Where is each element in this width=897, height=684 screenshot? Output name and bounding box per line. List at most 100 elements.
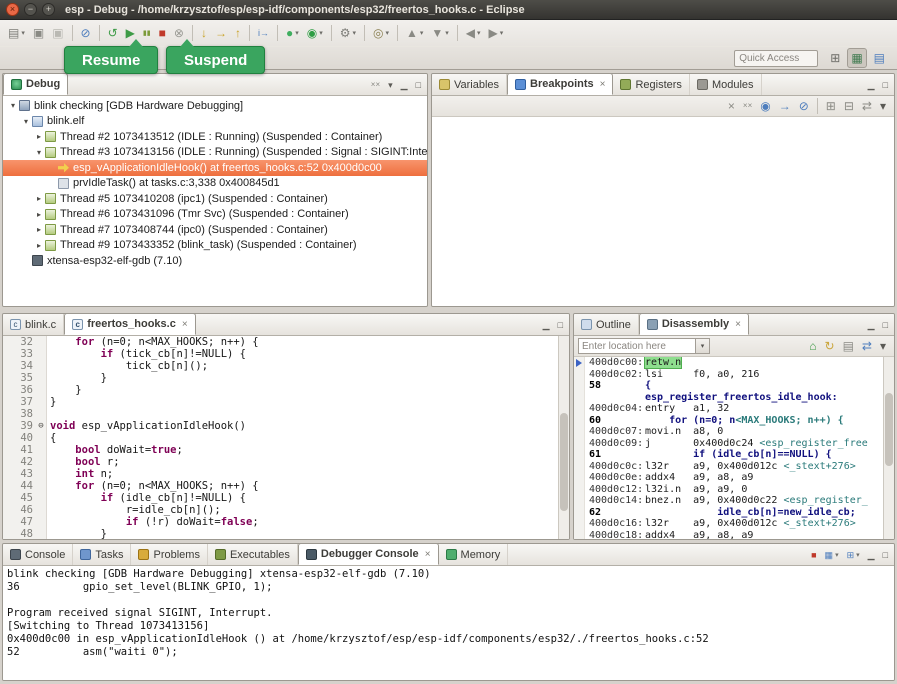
external-tools-button[interactable]: ⚙▾: [337, 23, 359, 43]
step-return-button[interactable]: ↑: [232, 23, 244, 43]
debug-tree-item[interactable]: prvIdleTask() at tasks.c:3,338 0x400845d…: [3, 176, 427, 192]
back-button[interactable]: ◀▾: [463, 23, 484, 43]
console-tab-executables[interactable]: Executables: [208, 544, 298, 565]
location-input[interactable]: [578, 338, 696, 354]
editor-scrollbar[interactable]: [558, 336, 569, 539]
collapse-arrow-icon[interactable]: ▾: [20, 117, 32, 126]
expand-arrow-icon[interactable]: ▸: [33, 132, 45, 141]
close-tab-icon[interactable]: ×: [182, 319, 188, 330]
save-button[interactable]: ▣: [30, 23, 47, 43]
debug-perspective-button[interactable]: ▦: [847, 48, 866, 68]
terminate-button[interactable]: ■: [156, 23, 169, 43]
run-button[interactable]: ◉▾: [304, 23, 326, 43]
minimize-view-button[interactable]: ▁: [866, 547, 877, 563]
show-breakpoints-supported-button[interactable]: ◉: [757, 96, 773, 116]
restart-button[interactable]: ↺: [105, 23, 121, 43]
maximize-view-button[interactable]: □: [881, 77, 890, 93]
expand-arrow-icon[interactable]: ▸: [33, 194, 45, 203]
quick-access-input[interactable]: [734, 50, 818, 67]
debug-tree-item[interactable]: ▸Thread #5 1073410208 (ipc1) (Suspended …: [3, 191, 427, 207]
maximize-view-button[interactable]: □: [881, 317, 890, 333]
debug-tree-item[interactable]: ▾blink checking [GDB Hardware Debugging]: [3, 98, 427, 114]
remove-all-terminated-button[interactable]: ××: [369, 77, 382, 93]
open-perspective-button[interactable]: ⊞: [827, 48, 843, 68]
search-button[interactable]: ◎▾: [370, 23, 392, 43]
disassembly-scrollbar-thumb[interactable]: [885, 393, 893, 466]
collapse-all-button[interactable]: ⊟: [841, 96, 857, 116]
expand-arrow-icon[interactable]: ▸: [33, 210, 45, 219]
debug-tree-item[interactable]: ▾Thread #3 1073413156 (IDLE : Running) (…: [3, 145, 427, 161]
maximize-view-button[interactable]: □: [881, 547, 890, 563]
link-with-debug-view-button[interactable]: ⇄: [859, 96, 875, 116]
location-dropdown-icon[interactable]: ▾: [696, 338, 710, 354]
editor-scrollbar-thumb[interactable]: [560, 413, 568, 510]
right-tab-variables[interactable]: Variables: [432, 74, 507, 95]
console-body[interactable]: blink checking [GDB Hardware Debugging] …: [3, 566, 894, 680]
forward-button[interactable]: ▶▾: [486, 23, 507, 43]
disassembly-view-menu-button[interactable]: ▾: [877, 336, 889, 356]
minimize-view-button[interactable]: ▁: [866, 77, 877, 93]
debug-tab-debug[interactable]: Debug: [3, 73, 68, 95]
debug-tree-item[interactable]: ▸Thread #9 1073433352 (blink_task) (Susp…: [3, 238, 427, 254]
step-over-button[interactable]: →: [212, 23, 230, 43]
right-tab-breakpoints[interactable]: Breakpoints×: [507, 73, 613, 95]
console-output[interactable]: blink checking [GDB Hardware Debugging] …: [3, 566, 894, 680]
debug-tree-item[interactable]: ▸Thread #6 1073431096 (Tmr Svc) (Suspend…: [3, 207, 427, 223]
remove-selected-breakpoints-button[interactable]: ×: [725, 96, 738, 116]
remove-all-breakpoints-button[interactable]: ××: [740, 96, 755, 116]
disassembly-listing[interactable]: 400d0c00:retw.n400d0c02:lsi f0, a0, 2165…: [574, 357, 883, 539]
code-editor[interactable]: 32 for (n=0; n<MAX_HOOKS; n++) {33 if (t…: [3, 336, 558, 539]
close-tab-icon[interactable]: ×: [425, 549, 431, 560]
console-tab-tasks[interactable]: Tasks: [73, 544, 131, 565]
disassembly-scrollbar[interactable]: [883, 357, 894, 539]
save-all-button[interactable]: ▣: [49, 23, 66, 43]
show-source-button[interactable]: ▤: [840, 336, 857, 356]
editor-tab-freertos-hooks-c[interactable]: freertos_hooks.c×: [64, 313, 196, 335]
debug-button[interactable]: ●▾: [283, 23, 302, 43]
step-into-button[interactable]: ↓: [198, 23, 210, 43]
terminate-console-button[interactable]: ■: [809, 547, 818, 563]
go-to-pc-button[interactable]: ⌂: [806, 336, 819, 356]
window-minimize-button[interactable]: −: [24, 3, 37, 16]
breakpoints-view-menu-button[interactable]: ▾: [877, 96, 889, 116]
editor-tab-blink-c[interactable]: blink.c: [3, 314, 64, 335]
disasm-tab-disassembly[interactable]: Disassembly×: [639, 313, 749, 335]
debug-tree-item[interactable]: ▸Thread #7 1073408744 (ipc0) (Suspended …: [3, 222, 427, 238]
right-tab-registers[interactable]: Registers: [613, 74, 689, 95]
collapse-arrow-icon[interactable]: ▾: [7, 101, 19, 110]
debug-tree-item[interactable]: xtensa-esp32-elf-gdb (7.10): [3, 253, 427, 269]
window-close-button[interactable]: ×: [6, 3, 19, 16]
expand-all-button[interactable]: ⊞: [823, 96, 839, 116]
console-tab-debugger-console[interactable]: Debugger Console×: [298, 543, 439, 565]
open-console-button[interactable]: ⊞▾: [845, 547, 862, 563]
minimize-view-button[interactable]: ▁: [866, 317, 877, 333]
sync-with-active-context-button[interactable]: ⇄: [859, 336, 875, 356]
breakpoints-view-body[interactable]: [432, 117, 894, 306]
display-selected-console-button[interactable]: ▦▾: [823, 547, 841, 563]
go-to-file-for-breakpoint-button[interactable]: →: [776, 96, 794, 116]
debug-tree-item[interactable]: ▾blink.elf: [3, 114, 427, 130]
disasm-tab-outline[interactable]: Outline: [574, 314, 639, 335]
maximize-view-button[interactable]: □: [556, 317, 565, 333]
debug-tree-item[interactable]: esp_vApplicationIdleHook() at freertos_h…: [3, 160, 427, 176]
fold-minus-icon[interactable]: ⊖: [36, 420, 47, 432]
skip-all-breakpoints-button[interactable]: ⊘: [78, 23, 94, 43]
debug-tree-item[interactable]: ▸Thread #2 1073413512 (IDLE : Running) (…: [3, 129, 427, 145]
disassembly-body[interactable]: 400d0c00:retw.n400d0c02:lsi f0, a0, 2165…: [574, 357, 894, 539]
refresh-view-button[interactable]: ↻: [822, 336, 838, 356]
minimize-view-button[interactable]: ▁: [541, 317, 552, 333]
expand-arrow-icon[interactable]: ▸: [33, 241, 45, 250]
next-annotation-button[interactable]: ▼▾: [428, 23, 451, 43]
window-maximize-button[interactable]: +: [42, 3, 55, 16]
collapse-arrow-icon[interactable]: ▾: [33, 148, 45, 157]
console-tab-problems[interactable]: Problems: [131, 544, 207, 565]
instruction-stepping-button[interactable]: i→: [255, 23, 272, 43]
right-tab-modules[interactable]: Modules: [690, 74, 762, 95]
minimize-view-button[interactable]: ▁: [399, 77, 410, 93]
close-tab-icon[interactable]: ×: [735, 319, 741, 330]
expand-arrow-icon[interactable]: ▸: [33, 225, 45, 234]
new-wizard-button[interactable]: ▤▾: [5, 23, 28, 43]
console-tab-console[interactable]: Console: [3, 544, 73, 565]
previous-annotation-button[interactable]: ▲▾: [403, 23, 426, 43]
console-tab-memory[interactable]: Memory: [439, 544, 509, 565]
